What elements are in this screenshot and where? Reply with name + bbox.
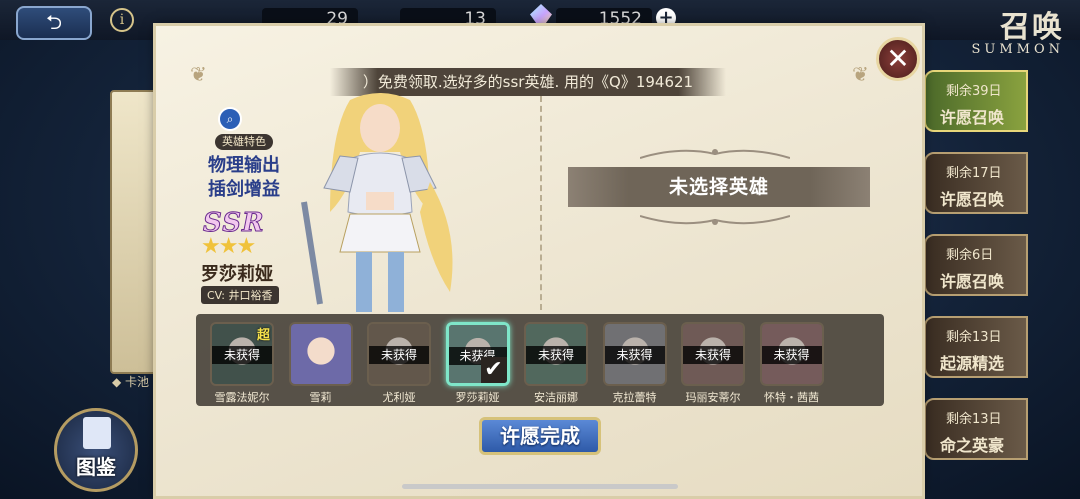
- hero-name: 罗莎莉娅: [201, 264, 273, 285]
- banner-tab-1[interactable]: 剩余39日 许愿召唤: [924, 70, 1028, 132]
- checkmark-icon: ✔: [480, 357, 507, 383]
- hero-slot[interactable]: 未获得: [681, 322, 745, 386]
- star-rating: ★★★: [201, 234, 256, 259]
- corner-ornament-icon: ❦: [190, 62, 207, 86]
- hero-slot-name: 尤利娅: [382, 391, 416, 404]
- hero-slot[interactable]: [288, 322, 353, 386]
- banner-tab-name: 起源精选: [940, 354, 1005, 373]
- trait-tag: 英雄特色: [215, 134, 273, 150]
- banner-tab-4[interactable]: 剩余13日 起源精选: [924, 316, 1028, 378]
- trait-line-1: 物理输出: [208, 155, 280, 176]
- codex-button[interactable]: 图鉴: [54, 408, 138, 492]
- banner-tab-name: 许愿召唤: [940, 190, 1005, 209]
- ornament-bottom-icon: [640, 215, 790, 225]
- search-icon[interactable]: ⌕: [218, 107, 242, 131]
- banner-tab-name: 许愿召唤: [940, 272, 1005, 291]
- hero-slot[interactable]: 未获得: [759, 322, 824, 386]
- corner-ornament-icon: ❦: [852, 62, 869, 86]
- hero-slot[interactable]: 未获得: [602, 322, 667, 386]
- hero-slot[interactable]: 未获得: [524, 322, 588, 386]
- close-button[interactable]: ✕: [876, 37, 920, 81]
- banner-tab-2[interactable]: 剩余17日 许愿召唤: [924, 152, 1028, 214]
- info-icon[interactable]: i: [110, 8, 134, 32]
- not-obtained-label: 未获得: [761, 346, 822, 364]
- hero-slot-name: 罗莎莉娅: [455, 391, 500, 404]
- banner-tab-remaining: 剩余6日: [946, 248, 994, 263]
- hero-slot-name: 克拉蕾特: [612, 391, 657, 404]
- back-arrow-icon: ⮌: [45, 10, 63, 34]
- close-icon: ✕: [886, 42, 910, 75]
- summon-title: 召唤 SUMMON: [971, 2, 1064, 57]
- back-button[interactable]: ⮌: [16, 6, 92, 40]
- hero-slot-portrait: [290, 324, 351, 384]
- no-hero-selected-banner: 未选择英雄: [568, 167, 870, 207]
- hero-slot-name: 玛丽安蒂尔: [685, 391, 741, 404]
- codex-label: 图鉴: [76, 455, 116, 479]
- pool-label: ◆ 卡池: [112, 375, 150, 389]
- not-obtained-label: 未获得: [604, 346, 665, 364]
- add-gems-button[interactable]: +: [656, 8, 676, 28]
- hero-traits: 英雄特色 物理输出 插剑增益: [203, 134, 285, 206]
- hero-slot[interactable]: 未获得 ✔: [445, 322, 510, 386]
- banner-tab-remaining: 剩余17日: [946, 166, 1002, 181]
- banner-tab-name: 许愿召唤: [940, 108, 1005, 127]
- banner-tab-remaining: 剩余39日: [946, 84, 1002, 99]
- book-icon: [83, 417, 111, 449]
- hero-portrait: [301, 93, 453, 312]
- banner-tab-remaining: 剩余13日: [946, 330, 1002, 345]
- trait-line-2: 插剑增益: [208, 179, 280, 200]
- trait-text: 物理输出 插剑增益: [203, 154, 285, 202]
- ornament-top-icon: [640, 149, 790, 159]
- hero-slot[interactable]: 未获得 超: [210, 322, 274, 386]
- super-badge: 超: [256, 328, 270, 343]
- hero-slot[interactable]: 未获得: [367, 322, 431, 386]
- summon-title-cn: 召唤: [1000, 10, 1064, 45]
- hero-slot-name: 雪露法妮尔: [214, 391, 270, 404]
- banner-tab-5[interactable]: 剩余13日 命之英豪: [924, 398, 1028, 460]
- not-obtained-label: 未获得: [683, 346, 743, 364]
- banner-tab-3[interactable]: 剩余6日 许愿召唤: [924, 234, 1028, 296]
- not-obtained-label: 未获得: [369, 346, 429, 364]
- banner-tab-name: 命之英豪: [940, 436, 1005, 455]
- not-obtained-label: 未获得: [212, 346, 272, 364]
- not-obtained-label: 未获得: [526, 346, 586, 364]
- wish-complete-button[interactable]: 许愿完成: [479, 417, 601, 455]
- summon-title-en: SUMMON: [971, 42, 1064, 57]
- dialog-divider: [540, 96, 542, 310]
- home-indicator[interactable]: [402, 484, 678, 489]
- hero-selection-strip: 未获得超雪露法妮尔 雪莉 未获得 尤利娅 未获得 ✔ 罗莎莉娅 未获得 安洁丽娜 未获得 克拉蕾特未…: [196, 314, 884, 406]
- banner-tab-remaining: 剩余13日: [946, 412, 1002, 427]
- hero-slot-name: 怀特・茜茜: [764, 391, 819, 404]
- hero-slot-name: 雪莉: [309, 391, 332, 404]
- voice-actor: CV: 井口裕香: [201, 286, 279, 304]
- hero-slot-name: 安洁丽娜: [534, 391, 578, 404]
